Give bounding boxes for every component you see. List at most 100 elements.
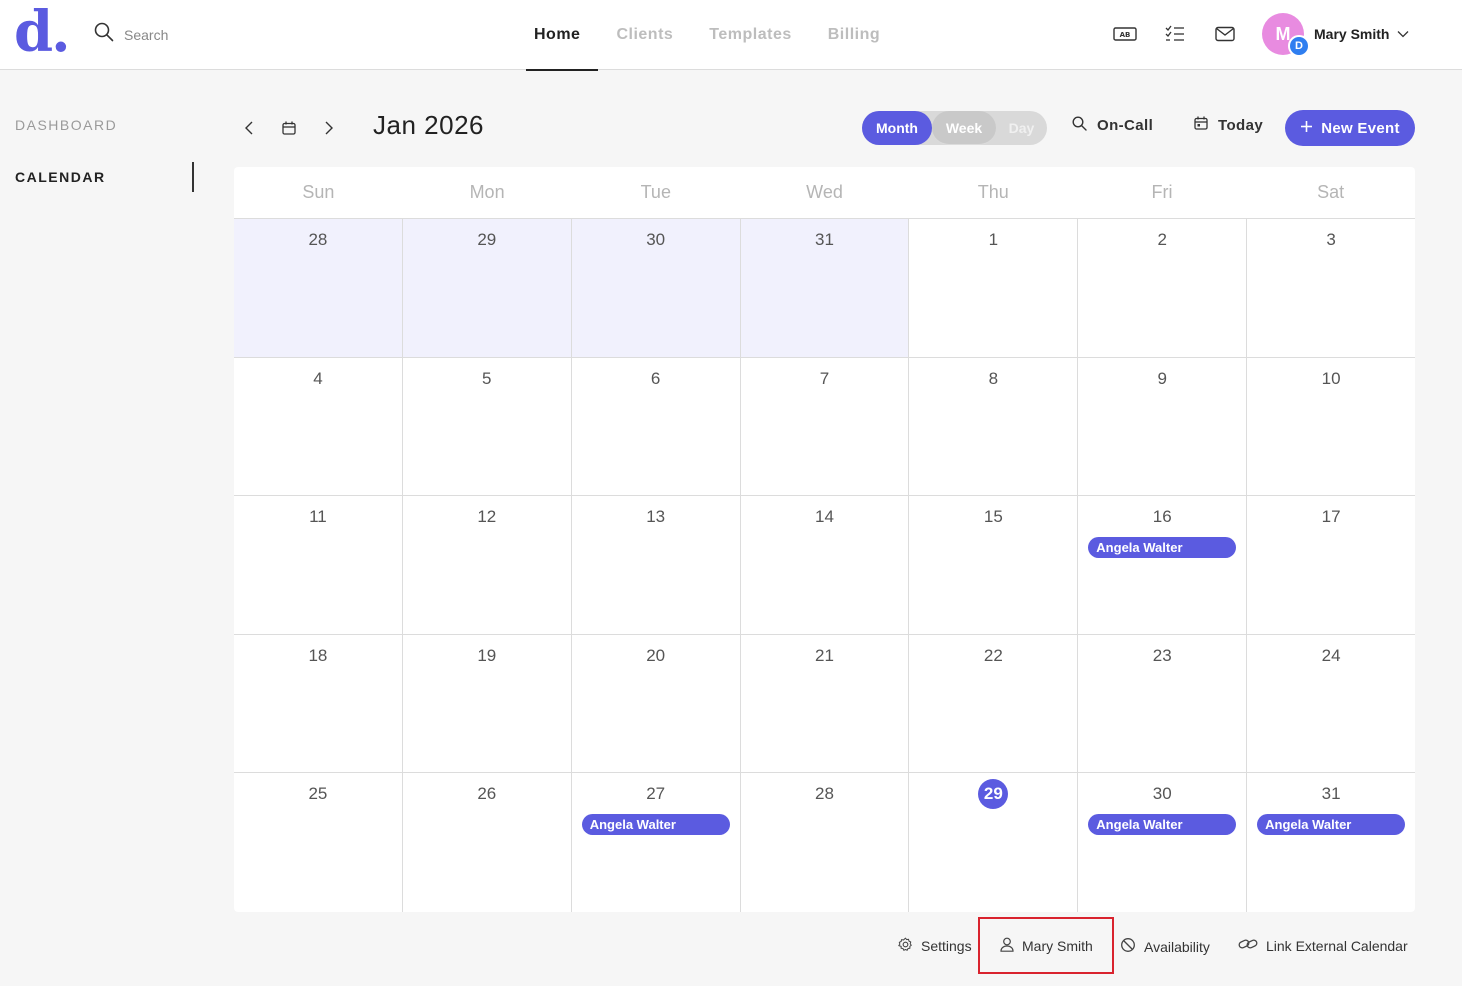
day-cell[interactable]: 24 — [1247, 635, 1415, 773]
day-number: 29 — [477, 230, 497, 249]
day-cell[interactable]: 12 — [403, 496, 572, 634]
day-cell[interactable]: 5 — [403, 357, 572, 495]
day-cell[interactable]: 14 — [741, 496, 910, 634]
day-cell[interactable]: 2 — [1078, 219, 1248, 357]
sidebar-item-calendar[interactable]: CALENDAR — [15, 169, 106, 185]
weekday-label: Wed — [806, 182, 843, 202]
calendar-picker-icon[interactable] — [276, 116, 302, 140]
availability-link[interactable]: Availability — [1120, 937, 1210, 956]
day-cell[interactable]: 21 — [741, 634, 910, 772]
event-pill[interactable]: Angela Walter — [581, 814, 730, 835]
day-cell[interactable]: 30 — [571, 219, 741, 357]
week-row: 11 12 13 14 15 16 Angela Walter 17 — [234, 496, 1415, 635]
search-icon — [1072, 116, 1087, 135]
sidebar-item-dashboard[interactable]: DASHBOARD — [15, 117, 117, 133]
weekday-label: Sat — [1317, 182, 1345, 202]
avatar[interactable]: M D — [1262, 13, 1310, 57]
day-number: 31 — [815, 230, 834, 249]
nav-tab-billing[interactable]: Billing — [810, 0, 898, 70]
view-week-button[interactable]: Week — [932, 111, 996, 145]
avatar-badge: D — [1288, 35, 1310, 57]
nav-tab-templates[interactable]: Templates — [691, 0, 809, 70]
day-cell[interactable]: 19 — [403, 634, 572, 772]
today-button[interactable]: Today — [1194, 116, 1263, 134]
sidebar-active-indicator — [192, 162, 194, 192]
day-cell[interactable]: 31 — [740, 219, 910, 357]
event-pill[interactable]: Angela Walter — [1088, 537, 1237, 558]
day-number: 4 — [313, 368, 323, 388]
day-cell[interactable]: 9 — [1078, 357, 1248, 495]
new-event-button[interactable]: New Event — [1285, 110, 1415, 146]
day-number: 24 — [1321, 645, 1341, 665]
weekday-label: Fri — [1151, 182, 1173, 202]
day-number: 31 — [1321, 784, 1341, 803]
day-cell-today[interactable]: 29 — [909, 773, 1079, 912]
day-cell[interactable]: 20 — [572, 634, 741, 772]
day-cell[interactable]: 16 Angela Walter — [1078, 496, 1248, 634]
link-external-calendar-link[interactable]: Link External Calendar — [1238, 937, 1408, 954]
day-cell[interactable]: 28 — [741, 773, 910, 912]
mail-icon[interactable] — [1212, 22, 1238, 46]
availability-label: Availability — [1144, 938, 1210, 955]
day-cell[interactable]: 18 — [234, 634, 403, 772]
week-row: 28 29 30 31 1 2 3 — [234, 219, 1415, 358]
main-nav: Home Clients Templates Billing — [516, 0, 898, 71]
day-number: 16 — [1152, 507, 1172, 526]
logo[interactable]: d. — [14, 4, 71, 60]
user-name[interactable]: Mary Smith — [1314, 26, 1389, 42]
day-cell[interactable]: 30 Angela Walter — [1078, 773, 1248, 912]
day-number: 25 — [308, 784, 328, 803]
day-cell[interactable]: 1 — [909, 219, 1079, 357]
on-call-button[interactable]: On-Call — [1072, 116, 1153, 135]
day-cell[interactable]: 28 — [234, 219, 403, 357]
day-number: 28 — [815, 784, 834, 803]
view-day-button[interactable]: Day — [996, 111, 1047, 145]
calendar-weeks: 28 29 30 31 1 2 3 4 5 6 7 8 9 10 11 12 13 14 15 16 Angela Wa… — [234, 219, 1415, 912]
day-cell[interactable]: 8 — [909, 357, 1079, 495]
day-number: 19 — [477, 645, 497, 665]
day-number: 28 — [308, 230, 328, 249]
event-pill[interactable]: Angela Walter — [1088, 814, 1237, 835]
checklist-icon[interactable] — [1162, 22, 1188, 46]
calendar-icon — [1194, 116, 1208, 134]
nav-tab-home[interactable]: Home — [516, 0, 599, 71]
settings-label: Settings — [921, 938, 972, 954]
search[interactable]: Search — [94, 22, 168, 47]
day-cell[interactable]: 15 — [909, 496, 1079, 634]
day-cell[interactable]: 26 — [403, 773, 572, 912]
view-month-button[interactable]: Month — [862, 111, 932, 145]
prev-month-button[interactable] — [236, 116, 262, 140]
day-number: 26 — [477, 784, 497, 803]
event-pill[interactable]: Angela Walter — [1257, 814, 1406, 835]
ab-icon[interactable]: AB — [1112, 22, 1138, 46]
day-cell[interactable]: 29 — [402, 219, 572, 357]
search-input[interactable]: Search — [124, 27, 168, 43]
nav-tab-clients[interactable]: Clients — [598, 0, 691, 70]
next-month-button[interactable] — [316, 116, 342, 140]
day-cell[interactable]: 6 — [572, 357, 741, 495]
day-number: 11 — [309, 507, 327, 526]
day-number: 15 — [983, 507, 1003, 526]
user-menu[interactable]: M D Mary Smith — [1262, 13, 1409, 57]
month-title: Jan 2026 — [373, 110, 484, 140]
day-cell[interactable]: 11 — [234, 496, 403, 634]
day-cell[interactable]: 10 — [1247, 358, 1415, 496]
search-icon[interactable] — [94, 22, 114, 47]
weekday-label: Mon — [469, 182, 505, 202]
day-cell[interactable]: 31 Angela Walter — [1247, 773, 1415, 912]
day-cell[interactable]: 25 — [234, 773, 403, 912]
day-cell[interactable]: 17 — [1247, 496, 1415, 634]
calendar-footer: Settings Mary Smith Availability Link Ex… — [0, 932, 1462, 962]
day-cell[interactable]: 3 — [1247, 219, 1415, 357]
chevron-down-icon[interactable] — [1397, 25, 1409, 43]
weekday-label: Sun — [302, 182, 335, 202]
day-cell[interactable]: 7 — [741, 357, 910, 495]
day-cell[interactable]: 4 — [234, 357, 403, 495]
day-cell[interactable]: 22 — [909, 634, 1079, 772]
weekday-header: Sun Mon Tue Wed Thu Fri Sat — [234, 167, 1415, 219]
day-cell[interactable]: 13 — [572, 496, 741, 634]
settings-link[interactable]: Settings — [898, 937, 972, 955]
day-number: 30 — [646, 230, 666, 249]
day-cell[interactable]: 23 — [1078, 634, 1248, 772]
day-cell[interactable]: 27 Angela Walter — [572, 773, 741, 912]
